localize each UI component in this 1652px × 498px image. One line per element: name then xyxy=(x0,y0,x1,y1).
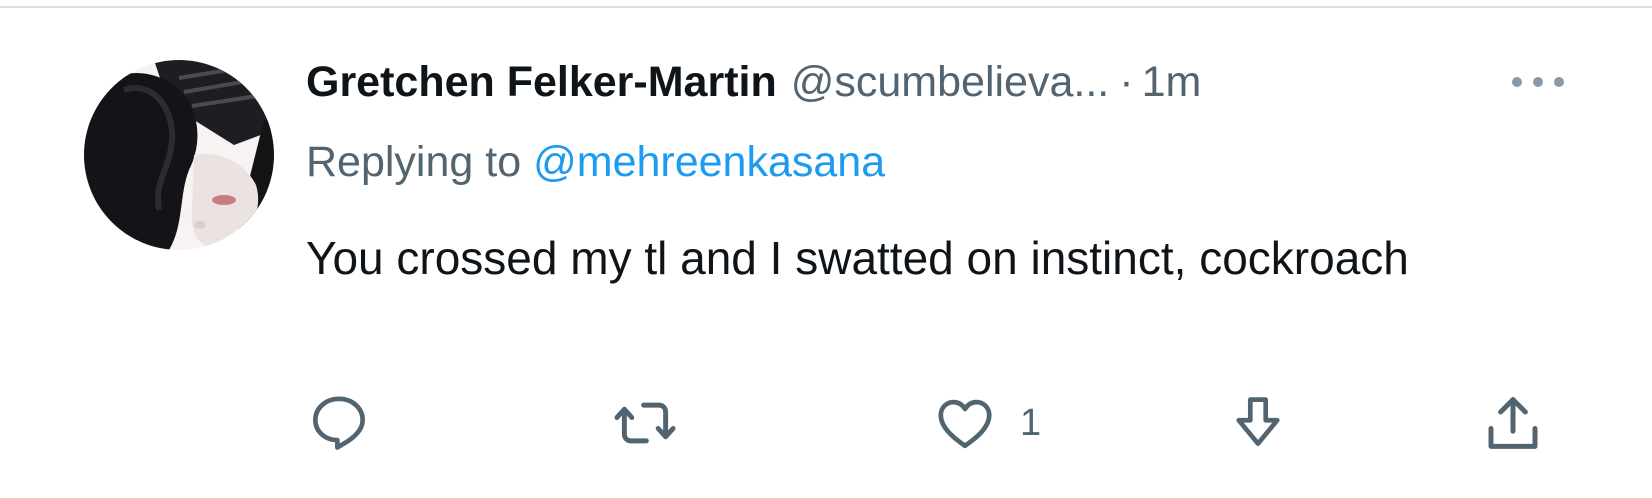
top-divider xyxy=(0,6,1652,8)
action-bar: 1 xyxy=(0,388,1652,458)
user-handle[interactable]: @scumbelieva... xyxy=(791,56,1110,108)
separator-dot: · xyxy=(1119,58,1134,106)
tweet-text: You crossed my tl and I swatted on insti… xyxy=(306,232,1409,284)
more-icon xyxy=(1512,77,1564,87)
like-button[interactable]: 1 xyxy=(932,388,1041,458)
tweet-header: Gretchen Felker-Martin @scumbelieva... ·… xyxy=(306,56,1456,108)
share-button[interactable] xyxy=(1480,388,1546,458)
avatar-image xyxy=(84,60,274,250)
share-icon xyxy=(1488,397,1538,449)
like-count: 1 xyxy=(1020,401,1042,444)
downvote-button[interactable] xyxy=(1225,388,1291,458)
reply-icon xyxy=(313,396,365,450)
downvote-icon xyxy=(1236,397,1280,446)
avatar[interactable] xyxy=(84,60,274,250)
heart-icon xyxy=(938,399,992,449)
more-button[interactable] xyxy=(1502,62,1574,102)
timestamp[interactable]: 1m xyxy=(1142,56,1202,108)
reply-button[interactable] xyxy=(306,388,372,458)
reply-handle-link[interactable]: @mehreenkasana xyxy=(533,138,885,186)
display-name[interactable]: Gretchen Felker-Martin xyxy=(306,56,777,108)
reply-prefix: Replying to xyxy=(306,138,522,186)
retweet-icon xyxy=(614,402,676,444)
reply-context: Replying to @mehreenkasana xyxy=(306,135,885,189)
retweet-button[interactable] xyxy=(612,388,678,458)
